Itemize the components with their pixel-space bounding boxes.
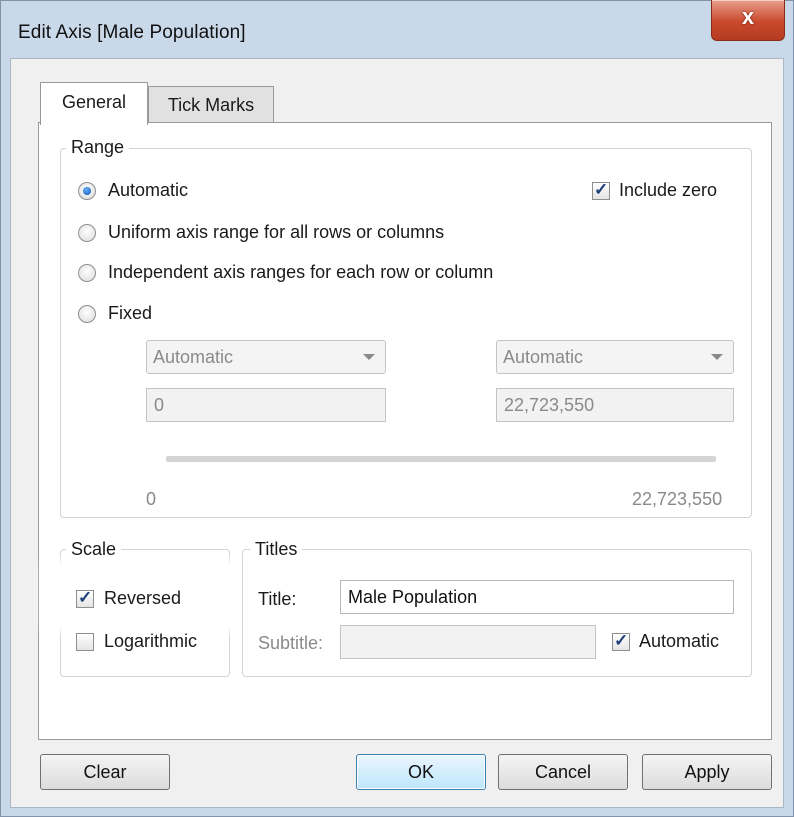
radio-independent-label[interactable]: Independent axis ranges for each row or … (108, 262, 493, 283)
apply-button[interactable]: Apply (642, 754, 772, 790)
range-slider-max-label: 22,723,550 (632, 489, 723, 509)
reversed-label[interactable]: Reversed (104, 588, 181, 609)
range-group (60, 148, 752, 518)
title-input[interactable]: Male Population (340, 580, 734, 614)
radio-automatic[interactable] (78, 182, 96, 200)
close-button[interactable]: x (711, 0, 785, 41)
ok-button[interactable]: OK (356, 754, 486, 790)
titles-group-title: Titles (250, 539, 303, 560)
range-start-mode-select[interactable]: Automatic (146, 340, 386, 374)
radio-fixed[interactable] (78, 305, 96, 323)
chevron-down-icon (711, 354, 723, 360)
radio-independent[interactable] (78, 264, 96, 282)
range-slider[interactable] (166, 456, 716, 462)
range-end-field[interactable]: 22,723,550 (496, 388, 734, 422)
range-end-mode-select[interactable]: Automatic (496, 340, 734, 374)
tab-general[interactable]: General (40, 82, 148, 125)
logarithmic-checkbox[interactable] (76, 633, 94, 651)
logarithmic-label[interactable]: Logarithmic (104, 631, 197, 652)
include-zero-label[interactable]: Include zero (619, 180, 717, 201)
cancel-button[interactable]: Cancel (498, 754, 628, 790)
subtitle-automatic-label[interactable]: Automatic (639, 631, 719, 652)
reversed-checkbox[interactable] (76, 588, 94, 608)
tab-tick-marks[interactable]: Tick Marks (148, 86, 274, 123)
subtitle-label: Subtitle: (258, 633, 324, 653)
radio-fixed-label[interactable]: Fixed (108, 303, 152, 324)
scale-group-title: Scale (66, 539, 122, 560)
range-slider-min-label: 0 (146, 489, 157, 509)
include-zero-checkbox[interactable] (592, 180, 610, 200)
range-start-mode-value: Automatic (153, 347, 234, 367)
radio-uniform[interactable] (78, 224, 96, 242)
range-group-title: Range (66, 137, 130, 158)
subtitle-input[interactable] (340, 625, 596, 659)
subtitle-automatic-checkbox[interactable] (612, 631, 630, 651)
range-start-field[interactable]: 0 (146, 388, 386, 422)
title-label: Title: (258, 589, 297, 609)
radio-uniform-label[interactable]: Uniform axis range for all rows or colum… (108, 222, 444, 243)
range-end-mode-value: Automatic (503, 347, 584, 367)
clear-button[interactable]: Clear (40, 754, 170, 790)
radio-automatic-label[interactable]: Automatic (108, 180, 188, 201)
dialog-title: Edit Axis [Male Population] (18, 22, 246, 43)
close-icon: x (741, 4, 755, 29)
chevron-down-icon (363, 354, 375, 360)
